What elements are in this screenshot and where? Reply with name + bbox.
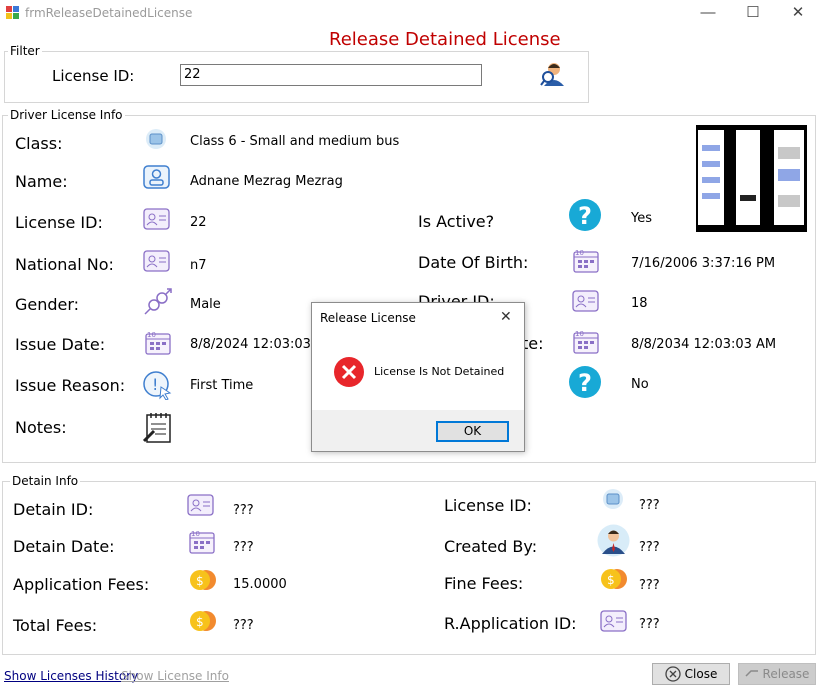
created-by-value: ??? bbox=[639, 540, 660, 555]
close-button-label: Close bbox=[684, 667, 718, 681]
license-image bbox=[696, 125, 807, 232]
is-detained-value: No bbox=[631, 377, 649, 392]
application-fees-value: 15.0000 bbox=[233, 577, 287, 592]
filter-license-id-label: License ID: bbox=[52, 67, 135, 85]
svg-text:$: $ bbox=[196, 574, 204, 588]
calendar-icon: 10 bbox=[187, 528, 217, 555]
minimize-button[interactable]: — bbox=[693, 3, 723, 23]
issue-reason-value: First Time bbox=[190, 378, 254, 393]
detain-date-label: Detain Date: bbox=[13, 537, 115, 556]
release-license-dialog: Release License ✕ License Is Not Detaine… bbox=[311, 302, 525, 452]
calendar-icon: 10 bbox=[143, 329, 173, 356]
error-icon bbox=[333, 356, 365, 388]
ok-button[interactable]: OK bbox=[436, 421, 509, 442]
question-icon: ? bbox=[568, 198, 602, 232]
license-card-icon bbox=[602, 488, 624, 510]
detain-license-id-label: License ID: bbox=[444, 496, 532, 515]
national-no-value: n7 bbox=[190, 258, 207, 273]
id-card-icon bbox=[143, 249, 170, 273]
detain-id-label: Detain ID: bbox=[13, 500, 94, 519]
title-bar: frmReleaseDetainedLicense — ☐ ✕ bbox=[0, 0, 821, 26]
license-id-value: 22 bbox=[190, 215, 207, 230]
gender-label: Gender: bbox=[15, 295, 80, 314]
issue-reason-label: Issue Reason: bbox=[15, 376, 126, 395]
page-title: Release Detained License bbox=[329, 29, 561, 50]
detain-date-value: ??? bbox=[233, 540, 254, 555]
total-fees-label: Total Fees: bbox=[13, 616, 98, 635]
driver-id-value: 18 bbox=[631, 296, 648, 311]
dialog-close-button[interactable]: ✕ bbox=[500, 308, 512, 325]
svg-text:$: $ bbox=[196, 615, 204, 629]
gender-icon bbox=[143, 288, 173, 316]
maximize-button[interactable]: ☐ bbox=[738, 3, 768, 23]
svg-text:10: 10 bbox=[575, 330, 584, 338]
notes-label: Notes: bbox=[15, 418, 67, 437]
class-value: Class 6 - Small and medium bus bbox=[190, 134, 400, 149]
svg-text:?: ? bbox=[578, 369, 592, 397]
issue-date-label: Issue Date: bbox=[15, 335, 106, 354]
application-fees-label: Application Fees: bbox=[13, 575, 150, 594]
show-licenses-history-link[interactable]: Show Licenses History bbox=[4, 669, 138, 683]
id-card-icon bbox=[187, 493, 214, 517]
detain-license-id-value: ??? bbox=[639, 498, 660, 513]
person-card-icon bbox=[143, 163, 170, 190]
license-id-input[interactable]: 22 bbox=[180, 64, 482, 86]
detain-info-group bbox=[2, 481, 816, 655]
expiration-date-label: te: bbox=[522, 334, 544, 353]
name-label: Name: bbox=[15, 172, 68, 191]
dialog-message: License Is Not Detained bbox=[374, 365, 505, 378]
date-of-birth-label: Date Of Birth: bbox=[418, 253, 529, 272]
dialog-title: Release License bbox=[320, 311, 416, 325]
r-application-id-label: R.Application ID: bbox=[444, 614, 577, 633]
driver-info-group-title: Driver License Info bbox=[8, 108, 125, 122]
id-card-icon bbox=[572, 289, 599, 313]
svg-text:$: $ bbox=[607, 573, 615, 587]
id-card-icon bbox=[600, 609, 627, 633]
window-title: frmReleaseDetainedLicense bbox=[25, 6, 193, 20]
question-cursor-icon: ! bbox=[142, 370, 172, 401]
calendar-icon: 10 bbox=[571, 328, 601, 355]
gender-value: Male bbox=[190, 297, 221, 312]
user-avatar-icon bbox=[597, 524, 630, 557]
fine-fees-value: ??? bbox=[639, 578, 660, 593]
question-icon: ? bbox=[568, 365, 602, 399]
close-button[interactable]: Close bbox=[652, 663, 730, 685]
coins-icon: $ bbox=[598, 567, 630, 591]
release-button[interactable]: Release bbox=[738, 663, 816, 685]
total-fees-value: ??? bbox=[233, 618, 254, 633]
is-active-label: Is Active? bbox=[418, 212, 495, 231]
close-circle-icon bbox=[664, 666, 681, 682]
class-label: Class: bbox=[15, 134, 63, 153]
coins-icon: $ bbox=[187, 568, 219, 592]
filter-group-title: Filter bbox=[8, 44, 42, 58]
fine-fees-label: Fine Fees: bbox=[444, 574, 524, 593]
national-no-label: National No: bbox=[15, 255, 114, 274]
r-application-id-value: ??? bbox=[639, 617, 660, 632]
license-id-label: License ID: bbox=[15, 213, 103, 232]
svg-text:10: 10 bbox=[575, 249, 584, 257]
detain-id-value: ??? bbox=[233, 503, 254, 518]
svg-text:10: 10 bbox=[191, 530, 200, 538]
license-card-icon bbox=[145, 128, 167, 150]
id-card-icon bbox=[143, 207, 170, 231]
is-active-value: Yes bbox=[631, 211, 652, 226]
release-button-label: Release bbox=[762, 667, 810, 681]
close-window-button[interactable]: ✕ bbox=[783, 3, 813, 23]
svg-text:?: ? bbox=[578, 202, 592, 230]
app-icon bbox=[6, 6, 19, 19]
coins-icon: $ bbox=[187, 609, 219, 633]
notes-icon bbox=[142, 412, 174, 444]
created-by-label: Created By: bbox=[444, 537, 538, 556]
search-person-icon[interactable] bbox=[540, 60, 568, 88]
detain-info-group-title: Detain Info bbox=[10, 474, 81, 488]
release-icon bbox=[745, 670, 758, 677]
name-value: Adnane Mezrag Mezrag bbox=[190, 174, 343, 189]
svg-text:10: 10 bbox=[147, 331, 156, 339]
expiration-date-value: 8/8/2034 12:03:03 AM bbox=[631, 337, 777, 352]
svg-text:!: ! bbox=[152, 375, 158, 394]
date-of-birth-value: 7/16/2006 3:37:16 PM bbox=[631, 256, 776, 271]
calendar-icon: 10 bbox=[571, 247, 601, 274]
show-license-info-link[interactable]: Show License Info bbox=[121, 669, 229, 683]
